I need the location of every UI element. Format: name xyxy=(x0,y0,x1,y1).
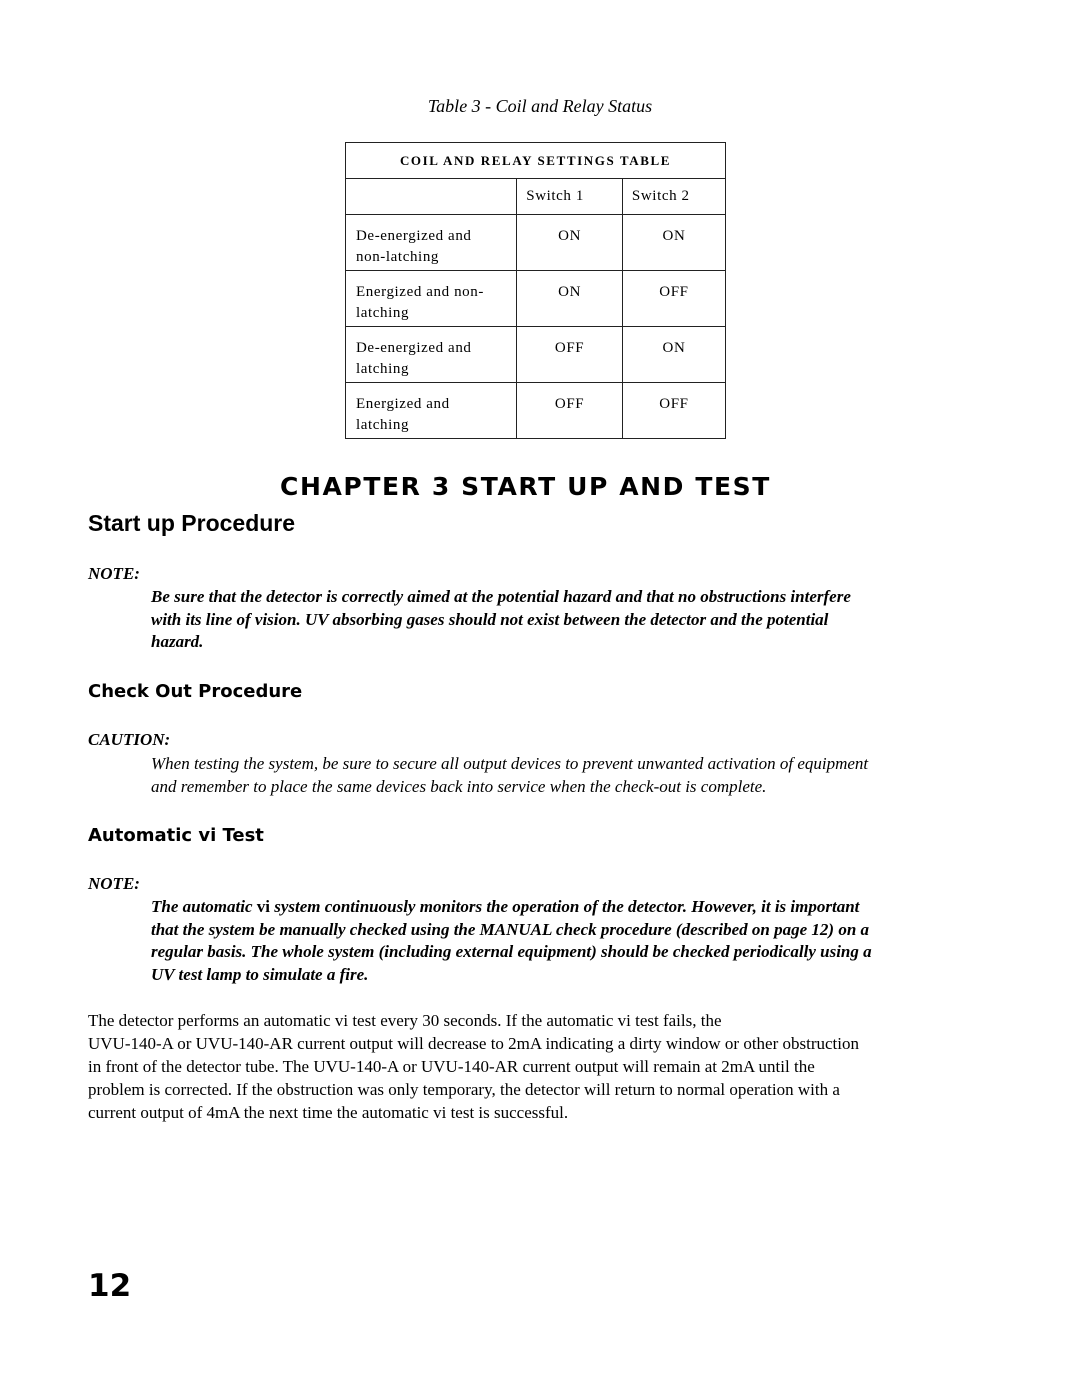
switch-2-value: OFF xyxy=(621,270,727,327)
vi-term: vi xyxy=(256,897,271,916)
caution-label: CAUTION: xyxy=(88,730,171,749)
row-label-line: non-latching xyxy=(356,249,440,265)
row-label: De-energized and non-latching xyxy=(344,214,518,271)
table-row: Energized and non- latching ON OFF xyxy=(344,270,727,327)
autotest-note-text: The automatic vi system continuously mon… xyxy=(151,896,991,986)
table-row: Energized and latching OFF OFF xyxy=(344,382,727,439)
caution-text: When testing the system, be sure to secu… xyxy=(151,752,991,798)
switch-1-value: OFF xyxy=(516,326,623,383)
row-label-line: Energized and xyxy=(356,396,450,412)
note-line: regular basis. The whole system (includi… xyxy=(151,942,872,961)
paragraph-line: The detector performs an automatic vi te… xyxy=(88,1011,722,1030)
switch-1-value: OFF xyxy=(516,382,623,439)
caution-line: When testing the system, be sure to secu… xyxy=(151,754,869,773)
table-row: De-energized and non-latching ON ON xyxy=(344,214,727,271)
row-label-line: latching xyxy=(356,361,410,377)
row-label: De-energized and latching xyxy=(344,326,518,383)
note-text-segment: system continuously monitors the operati… xyxy=(270,897,860,916)
automatic-vi-test-heading: Automatic vi Test xyxy=(88,825,264,846)
paragraph-line: UVU-140-A or UVU-140-AR current output w… xyxy=(88,1034,859,1053)
row-label: Energized and non- latching xyxy=(344,270,518,327)
startup-procedure-heading: Start up Procedure xyxy=(88,510,296,536)
row-label-line: latching xyxy=(356,417,410,433)
column-header-switch-1: Switch 1 xyxy=(516,178,623,215)
table-title: COIL AND RELAY SETTINGS TABLE xyxy=(345,142,726,179)
note-text-segment: The automatic xyxy=(151,897,257,916)
note-label: NOTE: xyxy=(88,564,140,583)
row-label-line: De-energized and xyxy=(356,340,472,356)
autotest-paragraph: The detector performs an automatic vi te… xyxy=(88,1009,988,1124)
note-line: hazard. xyxy=(151,632,204,651)
check-out-procedure-heading: Check Out Procedure xyxy=(88,681,303,702)
note-line: The automatic vi system continuously mon… xyxy=(151,896,991,919)
note-line: that the system be manually checked usin… xyxy=(151,919,870,939)
note-line: with its line of vision. UV absorbing ga… xyxy=(151,609,829,629)
page-number: 12 xyxy=(88,1268,132,1304)
startup-note-text: Be sure that the detector is correctly a… xyxy=(151,586,991,654)
column-header-switch-2: Switch 2 xyxy=(621,178,727,215)
switch-2-value: ON xyxy=(621,326,727,383)
row-label-line: Energized and non- xyxy=(356,284,484,300)
caution-line: and remember to place the same devices b… xyxy=(151,777,767,796)
table-header-row: Switch 1 Switch 2 xyxy=(344,178,727,215)
paragraph-line: current output of 4mA the next time the … xyxy=(88,1103,569,1122)
row-label-line: De-energized and xyxy=(356,228,472,244)
switch-2-value: OFF xyxy=(621,382,727,439)
table-caption: Table 3 - Coil and Relay Status xyxy=(427,96,653,116)
row-label: Energized and latching xyxy=(344,382,518,439)
coil-relay-settings-table: COIL AND RELAY SETTINGS TABLE Switch 1 S… xyxy=(344,142,727,439)
switch-1-value: ON xyxy=(516,214,623,271)
note-label: NOTE: xyxy=(88,874,140,893)
note-line: Be sure that the detector is correctly a… xyxy=(151,587,851,606)
row-label-line: latching xyxy=(356,305,410,321)
table-row: De-energized and latching OFF ON xyxy=(344,326,727,383)
paragraph-line: in front of the detector tube. The UVU-1… xyxy=(88,1057,815,1076)
note-line: UV test lamp to simulate a fire. xyxy=(151,964,369,984)
column-header xyxy=(344,178,518,215)
switch-2-value: ON xyxy=(621,214,727,271)
chapter-title: CHAPTER 3 START UP AND TEST xyxy=(280,472,771,501)
paragraph-line: problem is corrected. If the obstruction… xyxy=(88,1080,840,1099)
switch-1-value: ON xyxy=(516,270,623,327)
